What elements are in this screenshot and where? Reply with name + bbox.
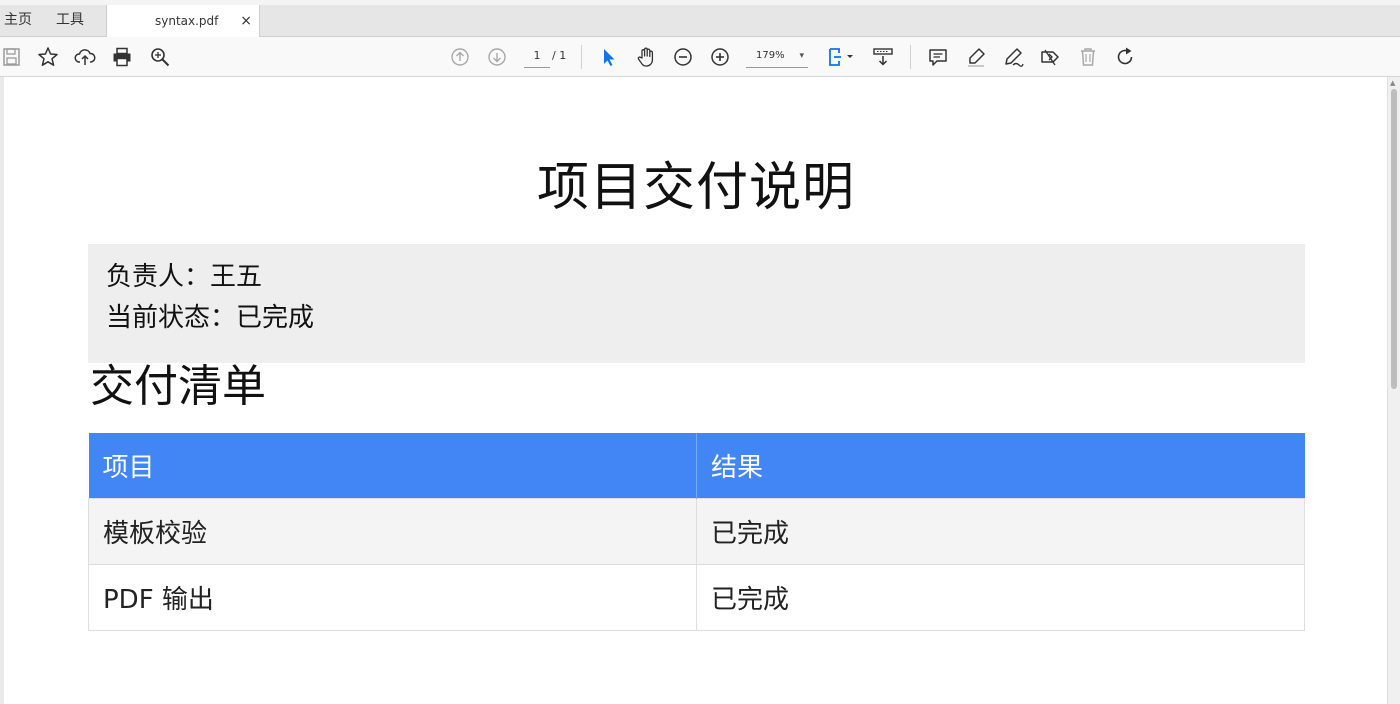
scroll-mode-icon[interactable]: [871, 45, 895, 69]
column-header-item: 项目: [88, 433, 697, 498]
zoom-level-value: 179%: [756, 50, 785, 61]
fill-sign-icon[interactable]: [1038, 45, 1062, 69]
bookmark-star-icon[interactable]: [36, 45, 60, 69]
table-header-row: 项目 结果: [88, 433, 1305, 498]
delete-icon[interactable]: [1076, 45, 1100, 69]
prev-page-icon[interactable]: [448, 45, 472, 69]
draw-icon[interactable]: [1001, 45, 1025, 69]
upload-cloud-icon[interactable]: [73, 45, 97, 69]
section-title: 交付清单: [90, 361, 266, 412]
table-cell: 已完成: [696, 563, 1305, 631]
scroll-up-icon[interactable]: ▲: [1390, 79, 1395, 87]
next-page-icon[interactable]: [485, 45, 509, 69]
document-title: 项目交付说明: [536, 158, 855, 218]
table-row: PDF 输出 已完成: [88, 563, 1305, 631]
chevron-down-icon: ▾: [799, 51, 804, 61]
owner-line: 负责人：王五: [106, 262, 263, 292]
deliverables-table: 项目 结果 模板校验 已完成 PDF 输出 已完成: [88, 433, 1305, 631]
column-header-result: 结果: [696, 433, 1305, 498]
info-panel: 负责人：王五 当前状态：已完成: [88, 244, 1305, 363]
document-viewer[interactable]: 项目交付说明 负责人：王五 当前状态：已完成 交付清单 项目 结果 模板校验 已…: [0, 77, 1400, 704]
search-icon[interactable]: [148, 45, 172, 69]
tab-tools[interactable]: 工具: [54, 5, 86, 36]
table-row: 模板校验 已完成: [88, 497, 1305, 565]
zoom-level-select[interactable]: 179% ▾: [746, 45, 808, 68]
table-cell: 模板校验: [88, 497, 697, 565]
highlight-icon[interactable]: [964, 45, 988, 69]
save-icon[interactable]: [0, 45, 24, 69]
close-tab-icon[interactable]: ×: [240, 5, 252, 37]
rotate-icon[interactable]: [1113, 45, 1137, 69]
fit-page-icon[interactable]: [826, 45, 856, 69]
toolbar: 1 / 1 179% ▾: [0, 37, 1400, 77]
page-total: / 1: [552, 49, 567, 62]
zoom-out-icon[interactable]: [671, 45, 695, 69]
select-cursor-icon[interactable]: [597, 45, 621, 69]
zoom-in-icon[interactable]: [708, 45, 732, 69]
document-tab-name: syntax.pdf: [155, 14, 219, 28]
tab-document[interactable]: syntax.pdf ×: [106, 5, 260, 37]
status-line: 当前状态：已完成: [106, 303, 315, 333]
tab-home[interactable]: 主页: [2, 5, 34, 36]
page-number-input[interactable]: 1: [524, 45, 550, 68]
hand-tool-icon[interactable]: [634, 45, 658, 69]
toolbar-divider: [910, 45, 911, 69]
table-cell: 已完成: [696, 497, 1305, 565]
comment-icon[interactable]: [926, 45, 950, 69]
tab-bar: 主页 工具 syntax.pdf ×: [0, 5, 1400, 37]
toolbar-divider: [581, 45, 582, 69]
vertical-scrollbar[interactable]: ▲: [1387, 77, 1400, 704]
scrollbar-thumb[interactable]: [1391, 89, 1397, 389]
table-cell: PDF 输出: [88, 563, 697, 631]
print-icon[interactable]: [110, 45, 134, 69]
